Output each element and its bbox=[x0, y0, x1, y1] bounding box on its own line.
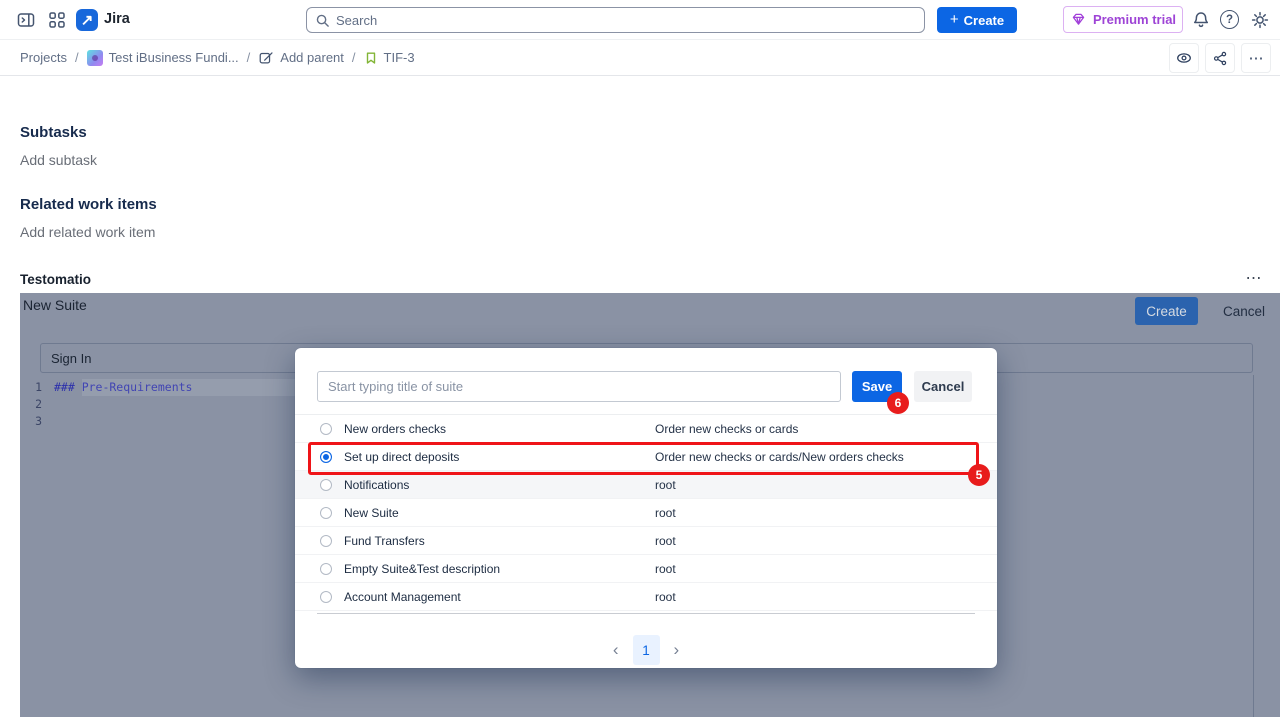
project-avatar bbox=[87, 50, 103, 66]
modal-cancel-button[interactable]: Cancel bbox=[914, 371, 972, 402]
suite-row-label: Set up direct deposits bbox=[344, 450, 459, 464]
subtasks-heading: Subtasks bbox=[20, 124, 87, 141]
suite-row[interactable]: New orders checks Order new checks or ca… bbox=[295, 415, 997, 443]
suite-search-input[interactable] bbox=[317, 371, 841, 402]
suite-row-label: Empty Suite&Test description bbox=[344, 562, 500, 576]
gem-icon bbox=[1070, 11, 1087, 28]
breadcrumb-issue-key[interactable]: TIF-3 bbox=[364, 50, 415, 65]
suite-row-path: root bbox=[655, 534, 676, 548]
editor-right-border bbox=[1253, 375, 1254, 717]
suite-list: New orders checks Order new checks or ca… bbox=[295, 415, 997, 611]
line-number: 1 bbox=[20, 379, 54, 396]
create-button-label: Create bbox=[964, 13, 1004, 28]
suite-row-label: Notifications bbox=[344, 478, 409, 492]
radio-unchecked-icon[interactable] bbox=[320, 507, 332, 519]
related-work-items-heading: Related work items bbox=[20, 196, 157, 213]
radio-unchecked-icon[interactable] bbox=[320, 535, 332, 547]
suite-row[interactable]: Notifications root bbox=[295, 471, 997, 499]
plus-icon: + bbox=[950, 11, 959, 28]
suite-row-path: root bbox=[655, 590, 676, 604]
pagination: ‹ 1 › bbox=[295, 634, 997, 666]
suite-row-label: New Suite bbox=[344, 506, 399, 520]
bookmark-icon bbox=[364, 51, 378, 65]
premium-trial-label: Premium trial bbox=[1093, 12, 1176, 27]
suite-row-label: New orders checks bbox=[344, 422, 446, 436]
radio-unchecked-icon[interactable] bbox=[320, 563, 332, 575]
suite-row[interactable]: New Suite root bbox=[295, 499, 997, 527]
app-name: Jira bbox=[104, 11, 130, 27]
suite-row-label: Fund Transfers bbox=[344, 534, 425, 548]
jira-logo-icon[interactable]: ↗ bbox=[76, 9, 98, 31]
line-number: 2 bbox=[20, 396, 54, 413]
page-number[interactable]: 1 bbox=[633, 635, 660, 665]
suite-row-path: root bbox=[655, 506, 676, 520]
global-search[interactable] bbox=[306, 7, 925, 33]
line-number: 3 bbox=[20, 413, 54, 430]
suite-row-path: Order new checks or cards/New orders che… bbox=[655, 450, 904, 464]
share-icon[interactable] bbox=[1205, 43, 1235, 73]
add-related-work-item-button[interactable]: Add related work item bbox=[20, 224, 155, 240]
suite-row[interactable]: Fund Transfers root bbox=[295, 527, 997, 555]
chevron-left-icon[interactable]: ‹ bbox=[613, 635, 619, 665]
suite-row-label: Account Management bbox=[344, 590, 461, 604]
breadcrumb-separator: / bbox=[247, 50, 251, 65]
premium-trial-button[interactable]: Premium trial bbox=[1063, 6, 1183, 33]
breadcrumb-bar: Projects / Test iBusiness Fundi... / Add… bbox=[0, 40, 1280, 76]
issue-key-label: TIF-3 bbox=[384, 50, 415, 65]
suite-picker-modal: Save Cancel New orders checks Order new … bbox=[295, 348, 997, 668]
search-input[interactable] bbox=[336, 13, 916, 28]
breadcrumb-separator: / bbox=[75, 50, 79, 65]
radio-unchecked-icon[interactable] bbox=[320, 423, 332, 435]
search-icon bbox=[315, 13, 330, 28]
help-icon[interactable]: ? bbox=[1220, 10, 1239, 29]
testomatio-more-icon[interactable]: ⋯ bbox=[1242, 268, 1266, 288]
suite-row[interactable]: Account Management root bbox=[295, 583, 997, 611]
suite-row-path: root bbox=[655, 562, 676, 576]
radio-unchecked-icon[interactable] bbox=[320, 591, 332, 603]
more-actions-icon[interactable]: ⋯ bbox=[1241, 43, 1271, 73]
jira-page: ↗ Jira + Create Premium trial bbox=[0, 0, 1280, 720]
new-suite-title: New Suite bbox=[23, 297, 87, 313]
add-parent-button[interactable]: Add parent bbox=[258, 50, 344, 66]
suite-row[interactable]: Empty Suite&Test description root bbox=[295, 555, 997, 583]
breadcrumb-projects[interactable]: Projects bbox=[20, 50, 67, 65]
suite-row-selected[interactable]: Set up direct deposits Order new checks … bbox=[295, 443, 997, 471]
save-button[interactable]: Save bbox=[852, 371, 902, 402]
issue-actions: ⋯ bbox=[1169, 43, 1271, 73]
notifications-bell-icon[interactable] bbox=[1191, 10, 1211, 30]
breadcrumb-project-label: Test iBusiness Fundi... bbox=[109, 50, 239, 65]
add-subtask-button[interactable]: Add subtask bbox=[20, 152, 97, 168]
add-parent-label: Add parent bbox=[280, 50, 344, 65]
panel-cancel-button[interactable]: Cancel bbox=[1213, 297, 1275, 325]
suite-row-path: root bbox=[655, 478, 676, 492]
breadcrumb: Projects / Test iBusiness Fundi... / Add… bbox=[20, 40, 415, 75]
app-switcher-icon[interactable] bbox=[47, 10, 67, 30]
top-navbar: ↗ Jira + Create Premium trial bbox=[0, 0, 1280, 40]
settings-gear-icon[interactable] bbox=[1250, 10, 1270, 30]
list-bottom-divider bbox=[317, 613, 975, 614]
create-button[interactable]: + Create bbox=[937, 7, 1017, 33]
suite-row-path: Order new checks or cards bbox=[655, 422, 798, 436]
edit-icon bbox=[258, 50, 274, 66]
radio-unchecked-icon[interactable] bbox=[320, 479, 332, 491]
chevron-right-icon[interactable]: › bbox=[674, 635, 680, 665]
breadcrumb-separator: / bbox=[352, 50, 356, 65]
breadcrumb-project[interactable]: Test iBusiness Fundi... bbox=[87, 50, 239, 66]
radio-checked-icon[interactable] bbox=[320, 451, 332, 463]
testomatio-heading: Testomatio bbox=[20, 272, 91, 287]
panel-create-button[interactable]: Create bbox=[1135, 297, 1198, 325]
expand-sidebar-icon[interactable] bbox=[16, 10, 36, 30]
watch-eye-icon[interactable] bbox=[1169, 43, 1199, 73]
